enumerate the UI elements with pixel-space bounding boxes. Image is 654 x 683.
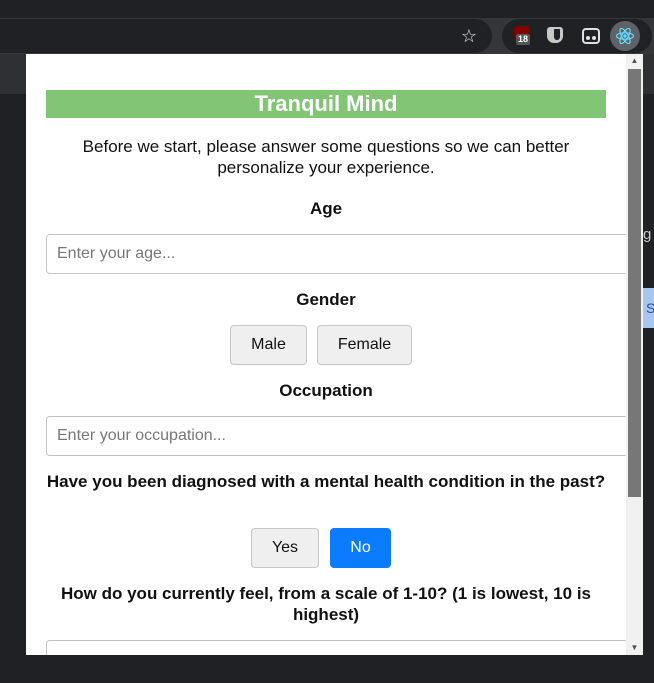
popup-content: Tranquil Mind Before we start, please an… — [26, 54, 636, 655]
diagnosed-no-button[interactable]: No — [330, 528, 391, 568]
ublock-badge: 18 — [516, 34, 531, 45]
scroll-up-icon[interactable]: ▲ — [626, 54, 643, 68]
extension-popup: Tranquil Mind Before we start, please an… — [26, 54, 643, 655]
tab-strip — [0, 0, 654, 18]
intro-text: Before we start, please answer some ques… — [82, 137, 570, 177]
occupation-input[interactable] — [46, 416, 636, 456]
extension-icon[interactable] — [581, 26, 601, 46]
address-bar[interactable]: ☆ — [0, 19, 492, 53]
scroll-down-icon[interactable]: ▼ — [626, 641, 643, 655]
diagnosed-yes-button[interactable]: Yes — [251, 528, 319, 568]
extensions-area: 18 — [502, 19, 652, 53]
scroll-thumb[interactable] — [628, 69, 641, 497]
background-partial-text: g — [643, 226, 652, 243]
diagnosed-question: Have you been diagnosed with a mental he… — [46, 472, 606, 491]
react-devtools-icon[interactable] — [610, 21, 640, 51]
browser-toolbar: ☆ 18 — [0, 18, 654, 54]
background-partial-button[interactable]: S — [642, 288, 654, 328]
star-icon[interactable]: ☆ — [458, 25, 480, 47]
occupation-label: Occupation — [279, 381, 373, 400]
age-input[interactable] — [46, 234, 636, 274]
gender-male-button[interactable]: Male — [230, 325, 307, 365]
app-title: Tranquil Mind — [46, 90, 606, 118]
feeling-question: How do you currently feel, from a scale … — [61, 584, 591, 624]
gender-label: Gender — [296, 290, 356, 309]
bitwarden-icon[interactable] — [545, 26, 565, 46]
gender-female-button[interactable]: Female — [317, 325, 412, 365]
feeling-input[interactable] — [46, 640, 636, 655]
scrollbar[interactable]: ▲ ▼ — [626, 54, 643, 655]
ublock-icon[interactable]: 18 — [512, 26, 532, 46]
age-label: Age — [309, 199, 343, 218]
